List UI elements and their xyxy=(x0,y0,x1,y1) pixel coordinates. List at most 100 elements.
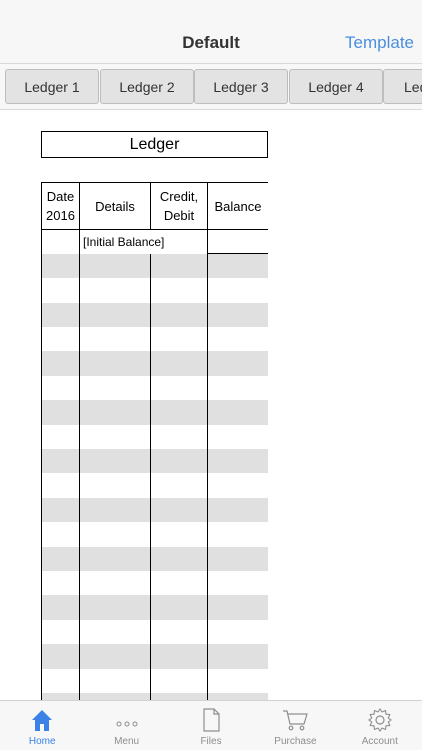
table-cell[interactable] xyxy=(150,546,208,571)
table-cell[interactable] xyxy=(207,644,268,669)
table-cell[interactable] xyxy=(79,546,151,571)
table-cell[interactable] xyxy=(41,595,80,620)
table-cell[interactable] xyxy=(207,400,268,425)
table-cell[interactable] xyxy=(150,400,208,425)
table-cell[interactable] xyxy=(207,302,268,328)
table-row[interactable] xyxy=(41,424,268,450)
table-row[interactable] xyxy=(41,473,268,498)
table-cell[interactable] xyxy=(207,449,268,474)
table-row[interactable] xyxy=(41,644,268,669)
table-cell[interactable] xyxy=(41,619,80,645)
table-cell[interactable] xyxy=(207,619,268,645)
table-row[interactable] xyxy=(41,449,268,474)
table-cell[interactable] xyxy=(150,302,208,328)
table-cell[interactable] xyxy=(207,546,268,571)
table-cell[interactable] xyxy=(79,497,151,523)
initial-balance-label[interactable]: [Initial Balance] xyxy=(79,229,208,254)
table-cell[interactable] xyxy=(41,692,80,700)
table-cell[interactable] xyxy=(150,449,208,474)
table-cell[interactable] xyxy=(79,449,151,474)
table-row[interactable] xyxy=(41,253,268,279)
table-cell[interactable] xyxy=(207,424,268,450)
table-cell[interactable] xyxy=(207,668,268,693)
table-cell[interactable] xyxy=(41,497,80,523)
table-row[interactable] xyxy=(41,692,268,700)
table-cell[interactable] xyxy=(79,253,151,279)
table-cell[interactable] xyxy=(41,424,80,450)
table-row[interactable] xyxy=(41,400,268,425)
table-cell[interactable] xyxy=(207,570,268,596)
table-cell[interactable] xyxy=(79,424,151,450)
table-cell[interactable] xyxy=(41,375,80,401)
table-cell[interactable] xyxy=(150,619,208,645)
table-cell[interactable] xyxy=(41,570,80,596)
table-cell[interactable] xyxy=(207,327,268,352)
table-cell[interactable] xyxy=(150,570,208,596)
table-cell[interactable] xyxy=(41,546,80,571)
table-cell[interactable] xyxy=(41,229,80,254)
ledger-table-container[interactable]: Date 2016 Details Credit, Debit Balance [I… xyxy=(41,182,268,700)
table-cell[interactable] xyxy=(41,351,80,376)
table-cell[interactable] xyxy=(41,644,80,669)
table-cell[interactable] xyxy=(150,424,208,450)
table-cell[interactable] xyxy=(79,302,151,328)
table-cell[interactable] xyxy=(207,253,268,279)
table-cell[interactable] xyxy=(150,595,208,620)
initial-balance-cell[interactable] xyxy=(207,229,268,255)
table-cell[interactable] xyxy=(207,375,268,401)
table-row[interactable] xyxy=(41,595,268,620)
table-row[interactable] xyxy=(41,668,268,693)
table-cell[interactable] xyxy=(79,522,151,547)
table-cell[interactable] xyxy=(79,400,151,425)
template-button[interactable]: Template xyxy=(345,33,414,53)
tab-purchase[interactable]: Purchase xyxy=(253,701,337,750)
table-cell[interactable] xyxy=(41,668,80,693)
table-cell[interactable] xyxy=(207,522,268,547)
tab-menu[interactable]: Menu xyxy=(84,701,168,750)
table-cell[interactable] xyxy=(207,278,268,303)
table-cell[interactable] xyxy=(150,327,208,352)
table-row[interactable] xyxy=(41,351,268,376)
table-cell[interactable] xyxy=(207,473,268,498)
table-cell[interactable] xyxy=(150,253,208,279)
table-cell[interactable] xyxy=(79,668,151,693)
table-cell[interactable] xyxy=(150,668,208,693)
table-row[interactable] xyxy=(41,278,268,303)
table-row[interactable] xyxy=(41,327,268,352)
table-row[interactable] xyxy=(41,497,268,523)
table-cell[interactable] xyxy=(79,375,151,401)
table-cell[interactable] xyxy=(150,692,208,700)
table-cell[interactable] xyxy=(150,375,208,401)
table-row[interactable] xyxy=(41,570,268,596)
table-row[interactable] xyxy=(41,302,268,328)
table-cell[interactable] xyxy=(207,595,268,620)
table-cell[interactable] xyxy=(79,595,151,620)
table-cell[interactable] xyxy=(79,619,151,645)
table-cell[interactable] xyxy=(79,644,151,669)
table-cell[interactable] xyxy=(150,473,208,498)
table-cell[interactable] xyxy=(150,644,208,669)
table-cell[interactable] xyxy=(41,522,80,547)
table-cell[interactable] xyxy=(41,473,80,498)
table-cell[interactable] xyxy=(79,327,151,352)
table-row[interactable] xyxy=(41,546,268,571)
tab-ledger-5[interactable]: Ledger 5 xyxy=(383,69,422,104)
table-cell[interactable] xyxy=(41,400,80,425)
table-cell[interactable] xyxy=(79,473,151,498)
table-row[interactable] xyxy=(41,375,268,401)
table-cell[interactable] xyxy=(150,278,208,303)
table-cell[interactable] xyxy=(41,278,80,303)
table-cell[interactable] xyxy=(207,497,268,523)
tab-home[interactable]: Home xyxy=(0,701,84,750)
table-cell[interactable] xyxy=(41,253,80,279)
table-cell[interactable] xyxy=(207,692,268,700)
tab-ledger-1[interactable]: Ledger 1 xyxy=(5,69,99,104)
table-cell[interactable] xyxy=(41,302,80,328)
table-cell[interactable] xyxy=(41,327,80,352)
tab-ledger-4[interactable]: Ledger 4 xyxy=(289,69,383,104)
table-row[interactable] xyxy=(41,619,268,645)
table-cell[interactable] xyxy=(79,351,151,376)
tab-ledger-3[interactable]: Ledger 3 xyxy=(194,69,288,104)
table-cell[interactable] xyxy=(79,692,151,700)
table-cell[interactable] xyxy=(79,570,151,596)
